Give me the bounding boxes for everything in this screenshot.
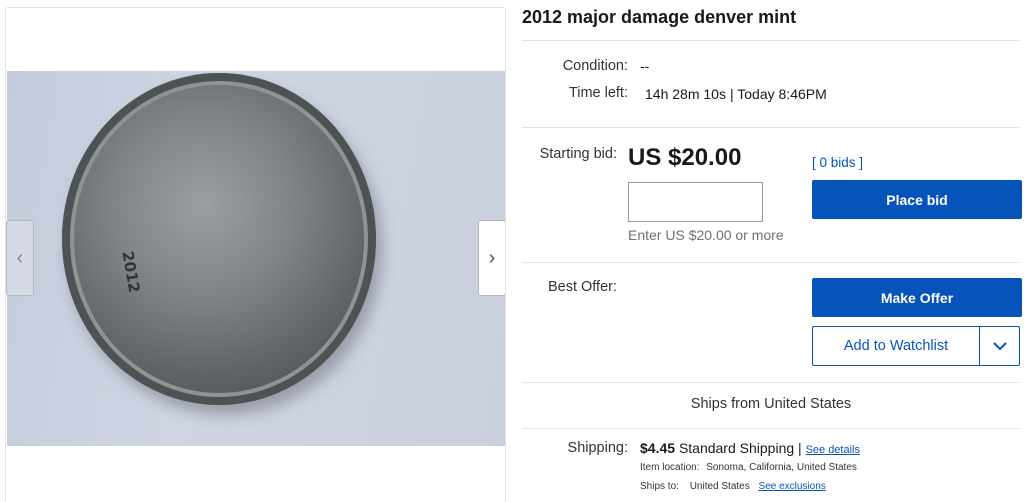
divider <box>522 262 1020 263</box>
chevron-left-icon: ‹ <box>16 246 24 269</box>
watchlist-control: Add to Watchlist <box>812 326 1020 366</box>
divider <box>522 382 1020 383</box>
item-photo[interactable]: 2012 <box>7 71 505 446</box>
coin-image: 2012 <box>62 73 376 405</box>
starting-bid-price: US $20.00 <box>628 144 742 171</box>
make-offer-button[interactable]: Make Offer <box>812 278 1022 317</box>
previous-image-button[interactable]: ‹ <box>6 220 34 296</box>
ships-to-line: Ships to: United States See exclusions <box>640 481 826 492</box>
bid-amount-input[interactable] <box>628 182 763 222</box>
item-location-label: Item location: <box>640 462 700 473</box>
shipping-price: $4.45 <box>640 440 676 456</box>
place-bid-button[interactable]: Place bid <box>812 180 1022 219</box>
see-details-link[interactable]: See details <box>806 444 860 456</box>
shipping-label: Shipping: <box>567 440 628 456</box>
bid-hint: Enter US $20.00 or more <box>628 227 784 243</box>
ships-from-text: Ships from United States <box>690 396 852 412</box>
condition-value: -- <box>640 58 650 74</box>
image-gallery: 2012 ‹ › <box>5 7 506 502</box>
time-left-label: Time left: <box>568 85 628 101</box>
time-left-value: 14h 28m 10s <box>645 86 726 102</box>
divider <box>522 428 1020 429</box>
next-image-button[interactable]: › <box>478 220 505 296</box>
divider <box>522 127 1020 128</box>
bids-count-link[interactable]: [ 0 bids ] <box>812 155 863 170</box>
divider <box>522 40 1020 41</box>
chevron-down-icon <box>992 341 1007 350</box>
shipping-method: Standard Shipping | <box>678 440 802 456</box>
condition-label: Condition: <box>562 58 628 74</box>
item-location-value: Sonoma, California, United States <box>706 462 857 473</box>
ships-to-label: Ships to: <box>640 481 679 492</box>
shipping-price-line: $4.45 Standard Shipping | See details <box>640 440 860 456</box>
end-time: | Today 8:46PM <box>730 86 827 102</box>
coin-year-text: 2012 <box>118 249 144 295</box>
see-exclusions-link[interactable]: See exclusions <box>759 481 826 492</box>
best-offer-label: Best Offer: <box>547 279 617 295</box>
chevron-right-icon: › <box>488 246 496 269</box>
item-location-line: Item location: Sonoma, California, Unite… <box>640 462 857 473</box>
starting-bid-label: Starting bid: <box>539 146 617 162</box>
add-to-watchlist-button[interactable]: Add to Watchlist <box>813 327 979 365</box>
watchlist-dropdown-button[interactable] <box>979 327 1019 365</box>
ships-to-value: United States <box>689 481 750 492</box>
listing-title: 2012 major damage denver mint <box>522 7 797 27</box>
